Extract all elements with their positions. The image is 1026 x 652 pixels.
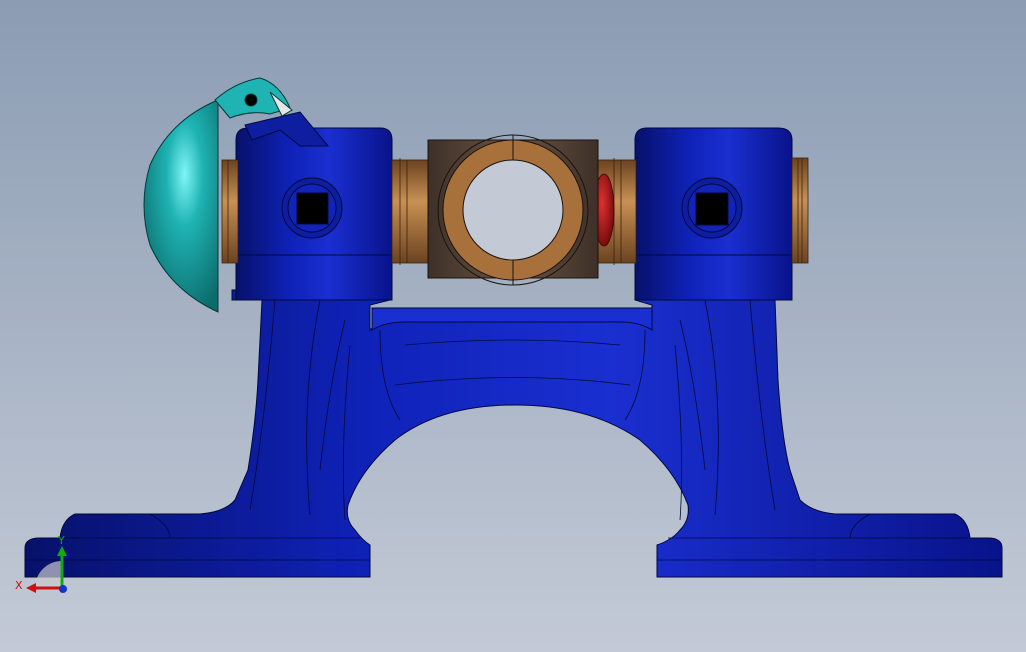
left-square-bore	[296, 192, 329, 225]
x-axis-label: X	[15, 579, 23, 592]
y-axis-label: Y	[57, 534, 65, 547]
center-bearing-collar[interactable]	[427, 134, 599, 286]
cad-viewport[interactable]: X Y	[0, 0, 1026, 652]
right-bearing-housing[interactable]	[634, 127, 793, 301]
center-bore	[462, 159, 564, 261]
left-bearing-housing[interactable]	[235, 111, 393, 301]
cap-hinge-pin	[244, 93, 258, 107]
right-square-bore	[695, 192, 729, 226]
z-axis-dot	[59, 585, 67, 593]
